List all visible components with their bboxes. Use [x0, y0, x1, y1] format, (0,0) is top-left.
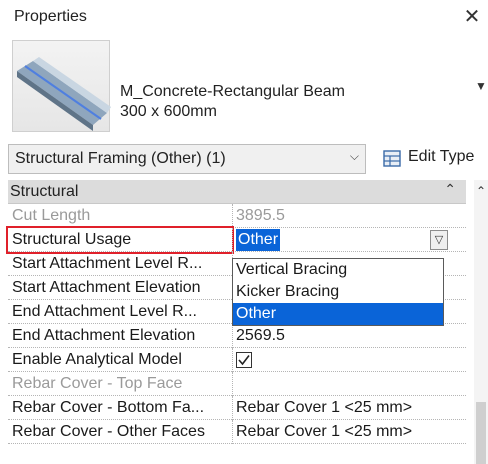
scrollbar[interactable]: ⌃ — [474, 180, 488, 464]
dropdown-option-selected[interactable]: Other — [233, 303, 443, 325]
edit-type-label: Edit Type — [408, 148, 475, 165]
property-row-cut-length: Cut Length 3895.5 — [8, 204, 466, 228]
beam-thumbnail — [12, 40, 111, 132]
instance-filter-row: Structural Framing (Other) (1) ⌵ Edit Ty… — [8, 144, 488, 174]
properties-palette: Properties ✕ M_Concrete-Rectangular Beam… — [0, 0, 488, 464]
section-header-structural[interactable]: Structural ⌃ — [8, 180, 466, 204]
collapse-icon[interactable]: ⌃ — [444, 181, 456, 198]
property-name: Rebar Cover - Other Faces — [12, 423, 205, 440]
chevron-down-icon: ⌵ — [349, 149, 359, 163]
property-name: Rebar Cover - Top Face — [12, 375, 183, 392]
analytical-model-checkbox[interactable] — [236, 352, 252, 368]
property-name: End Attachment Elevation — [12, 327, 196, 344]
type-dropdown-arrow-icon[interactable]: ▼ — [474, 76, 488, 96]
edit-type-button[interactable]: Edit Type — [376, 144, 488, 174]
dropdown-option[interactable]: Kicker Bracing — [233, 281, 443, 303]
close-icon[interactable]: ✕ — [460, 4, 484, 30]
title-bar: Properties ✕ — [0, 0, 488, 36]
type-size: 300 x 600mm — [120, 103, 217, 120]
highlight-box — [6, 226, 234, 254]
edit-type-icon — [383, 150, 401, 167]
property-name: Start Attachment Level R... — [12, 255, 203, 272]
type-selector[interactable]: M_Concrete-Rectangular Beam 300 x 600mm … — [8, 36, 488, 140]
scroll-up-icon[interactable]: ⌃ — [474, 180, 488, 202]
property-row-rebar-cover-top: Rebar Cover - Top Face — [8, 372, 466, 396]
instance-filter-select[interactable]: Structural Framing (Other) (1) ⌵ — [8, 144, 366, 174]
dropdown-option[interactable]: Vertical Bracing — [233, 259, 443, 281]
chevron-down-icon[interactable]: ▽ — [430, 230, 448, 250]
property-name: Enable Analytical Model — [12, 351, 182, 368]
property-name: End Attachment Level R... — [12, 303, 197, 320]
type-family-name: M_Concrete-Rectangular Beam — [120, 83, 345, 100]
property-row-end-attachment-elevation[interactable]: End Attachment Elevation 2569.5 — [8, 324, 466, 348]
property-value — [236, 375, 462, 395]
property-value[interactable]: 2569.5 — [236, 327, 462, 347]
property-name: Start Attachment Elevation — [12, 279, 201, 296]
structural-usage-combo[interactable]: Other ▽ — [236, 229, 448, 251]
property-value[interactable]: Rebar Cover 1 <25 mm> — [236, 399, 462, 419]
structural-usage-dropdown: Vertical Bracing Kicker Bracing Other — [232, 258, 444, 326]
property-row-rebar-cover-bottom[interactable]: Rebar Cover - Bottom Fa... Rebar Cover 1… — [8, 396, 466, 420]
property-row-rebar-cover-other[interactable]: Rebar Cover - Other Faces Rebar Cover 1 … — [8, 420, 466, 444]
section-label: Structural — [10, 183, 79, 200]
scrollbar-thumb[interactable] — [476, 402, 486, 464]
property-row-structural-usage: Structural Usage Other ▽ — [6, 226, 466, 254]
property-value: 3895.5 — [236, 207, 285, 224]
property-name: Cut Length — [12, 207, 91, 224]
panel-title: Properties — [14, 8, 87, 25]
property-row-enable-analytical-model: Enable Analytical Model — [8, 348, 466, 372]
property-value[interactable]: Rebar Cover 1 <25 mm> — [236, 423, 462, 443]
combo-value: Other — [236, 229, 281, 251]
instance-filter-value: Structural Framing (Other) (1) — [15, 150, 226, 167]
property-name: Rebar Cover - Bottom Fa... — [12, 399, 205, 416]
